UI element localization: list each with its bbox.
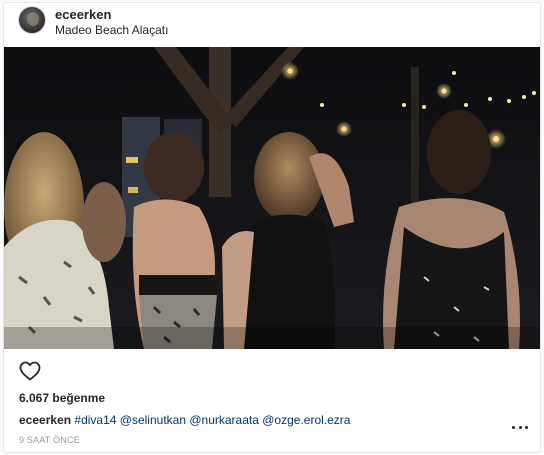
- avatar[interactable]: [18, 6, 46, 34]
- post-header: eceerken Madeo Beach Alaçatı: [4, 3, 540, 47]
- photo-scene: [4, 47, 540, 349]
- dot: [525, 425, 528, 429]
- post-username[interactable]: eceerken: [55, 7, 111, 22]
- post-actions: [4, 359, 540, 387]
- caption-hashtag[interactable]: #diva14: [74, 413, 116, 427]
- dot: [518, 425, 522, 429]
- likes-count[interactable]: 6.067 beğenme: [19, 391, 105, 405]
- post-photo[interactable]: [4, 47, 540, 349]
- post-location[interactable]: Madeo Beach Alaçatı: [55, 23, 168, 37]
- dot: [512, 425, 515, 429]
- post-caption: eceerken #diva14 @selinutkan @nurkaraata…: [19, 413, 350, 427]
- caption-mention[interactable]: @ozge.erol.ezra: [262, 413, 350, 427]
- caption-author[interactable]: eceerken: [19, 413, 71, 427]
- caption-mention[interactable]: @selinutkan: [120, 413, 186, 427]
- post-card: eceerken Madeo Beach Alaçatı 6.067 beğen…: [3, 2, 541, 453]
- heart-icon[interactable]: [18, 359, 42, 383]
- post-timestamp[interactable]: 9 SAAT ÖNCE: [19, 435, 80, 445]
- caption-mention[interactable]: @nurkaraata: [189, 413, 259, 427]
- more-options-icon[interactable]: [512, 422, 528, 432]
